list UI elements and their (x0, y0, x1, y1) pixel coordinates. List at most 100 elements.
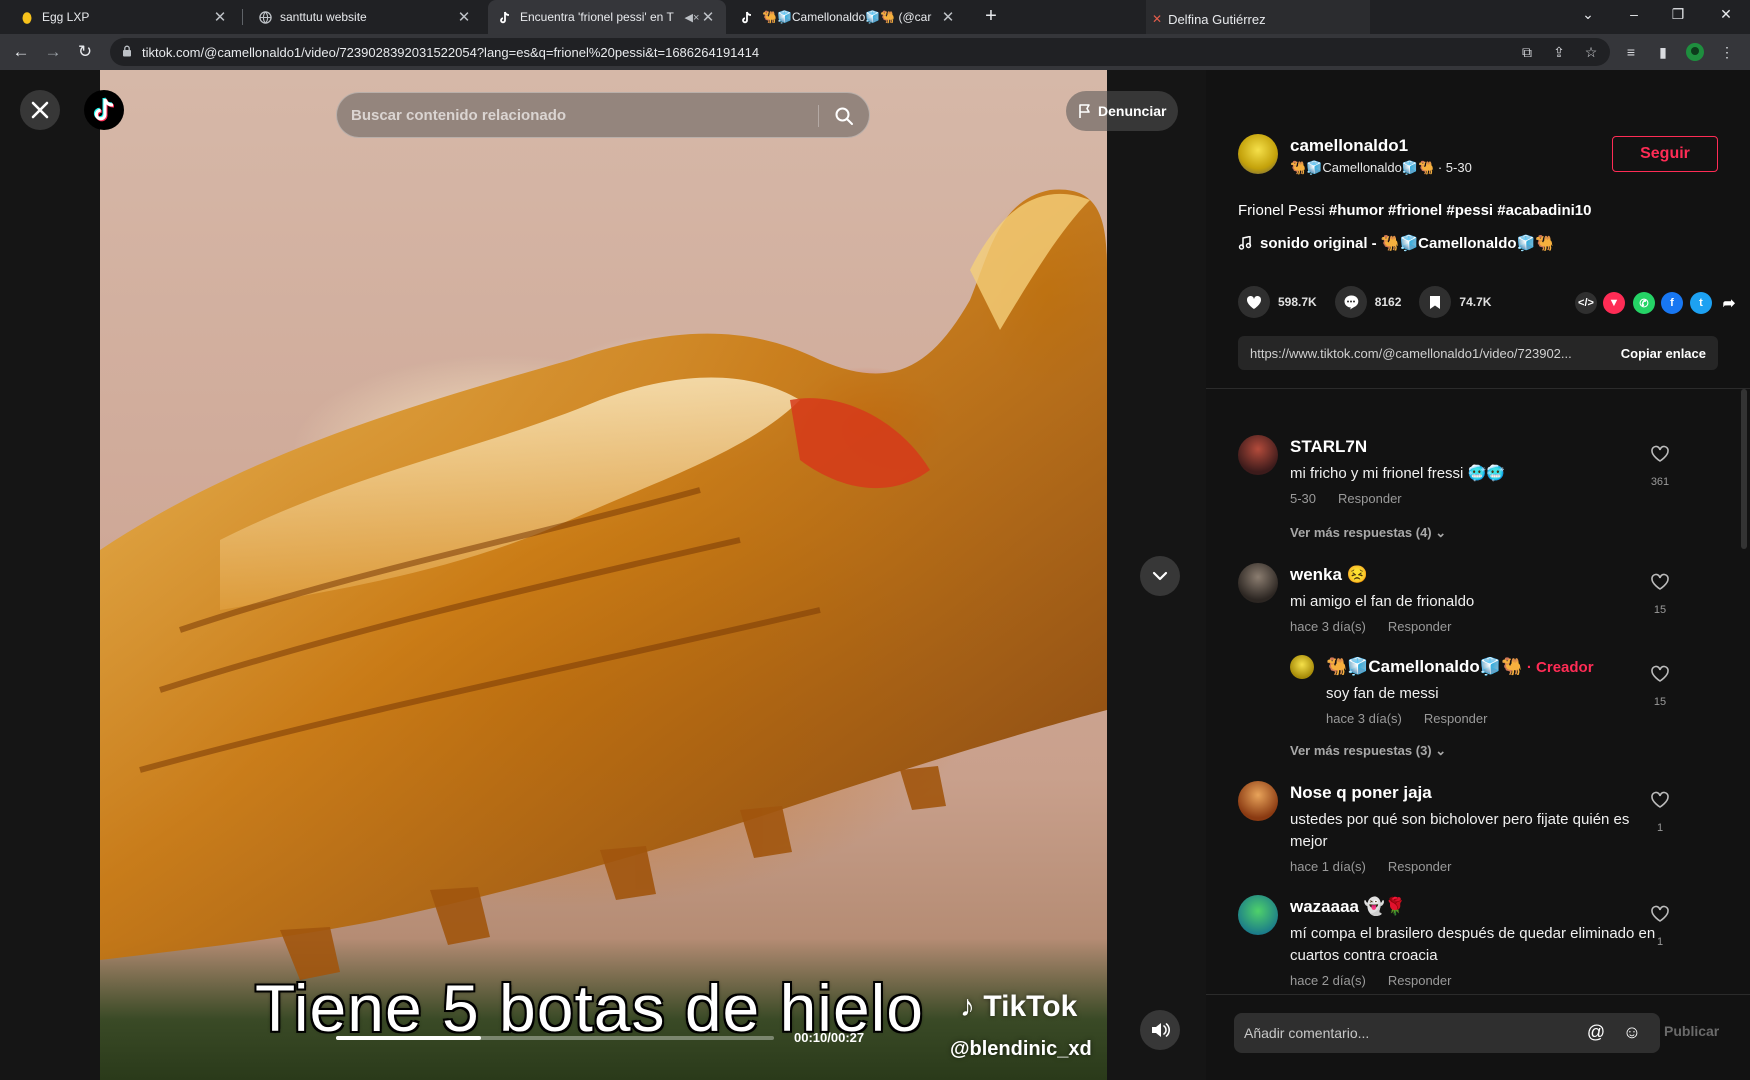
comment-list: STARL7N mi fricho y mi frionel fressi 🥶🥶… (1206, 389, 1750, 993)
close-tab-icon[interactable]: ✕ (456, 8, 472, 26)
send-to-friends-icon[interactable]: ▼ (1603, 292, 1625, 314)
search-divider (818, 105, 819, 127)
comment-like-button[interactable]: 1 (1648, 905, 1672, 948)
comment-author[interactable]: 🐫🧊Camellonaldo🧊🐫 (1326, 657, 1522, 676)
comment-input[interactable] (1244, 1013, 1574, 1053)
whatsapp-icon[interactable]: ✆ (1633, 292, 1655, 314)
copy-link-box: https://www.tiktok.com/@camellonaldo1/vi… (1238, 336, 1718, 370)
music-link[interactable]: sonido original - 🐫🧊Camellonaldo🧊🐫 (1238, 234, 1554, 252)
url-text: tiktok.com/@camellonaldo1/video/72390283… (142, 44, 760, 60)
comment-like-button[interactable]: 15 (1648, 573, 1672, 616)
address-bar[interactable]: tiktok.com/@camellonaldo1/video/72390283… (110, 38, 1610, 66)
author-avatar[interactable] (1238, 134, 1278, 174)
avatar[interactable] (1238, 895, 1278, 935)
reply-button[interactable]: Responder (1388, 619, 1452, 634)
close-tab-icon[interactable]: ✕ (212, 8, 228, 26)
view-more-replies-button[interactable]: Ver más respuestas (4) ⌄ (1290, 525, 1446, 541)
reply-button[interactable]: Responder (1338, 491, 1402, 506)
side-panel-icon[interactable]: ▮ (1652, 42, 1674, 64)
muted-speaker-icon[interactable]: ◀× (684, 11, 700, 24)
facebook-icon[interactable]: f (1661, 292, 1683, 314)
comment-like-button[interactable]: 1 (1648, 791, 1672, 834)
back-arrow-icon[interactable]: ← (8, 40, 34, 66)
close-tab-icon[interactable]: ✕ (700, 8, 716, 26)
tab-search-icon[interactable]: ⌄ (1566, 0, 1610, 30)
tab-search-results[interactable]: Encuentra 'frionel pessi' en T ◀× ✕ (488, 0, 726, 34)
avatar[interactable] (1290, 655, 1314, 679)
avatar[interactable] (1238, 563, 1278, 603)
comment-text: mi amigo el fan de frionaldo (1290, 593, 1475, 610)
tab-title: Encuentra 'frionel pessi' en T (520, 10, 674, 24)
comment-author[interactable]: STARL7N (1290, 437, 1367, 457)
watermark-username: @blendinic_xd (950, 1038, 1092, 1060)
tab-santtutu-website[interactable]: santtutu website ✕ (248, 0, 482, 34)
volume-button[interactable] (1140, 1010, 1180, 1050)
comment-author[interactable]: wazaaaa 👻🌹 (1290, 897, 1406, 917)
comment-author[interactable]: wenka 😣 (1290, 565, 1368, 585)
next-video-button[interactable] (1140, 556, 1180, 596)
reply-button[interactable]: Responder (1388, 973, 1452, 988)
follow-button[interactable]: Seguir (1612, 136, 1718, 172)
tiktok-logo[interactable] (84, 90, 124, 130)
search-button[interactable] (829, 101, 859, 131)
comment-like-button[interactable]: 361 (1648, 445, 1672, 488)
avatar[interactable] (1238, 781, 1278, 821)
comment-like-button[interactable]: 15 (1648, 665, 1672, 708)
view-more-replies-button[interactable]: Ver más respuestas (3) ⌄ (1290, 743, 1446, 759)
comment-meta: hace 3 día(s) Responder (1290, 619, 1473, 634)
twitter-icon[interactable]: t (1690, 292, 1712, 314)
description-text: Frionel Pessi (1238, 202, 1329, 219)
like-count: 598.7K (1278, 295, 1317, 309)
close-window-button[interactable]: ✕ (1704, 0, 1748, 30)
comment-stat[interactable]: 8162 (1334, 286, 1401, 318)
reply-button[interactable]: Responder (1388, 859, 1452, 874)
bookmark-star-icon[interactable]: ☆ (1580, 42, 1602, 64)
like-stat[interactable]: 598.7K (1238, 286, 1317, 318)
report-label: Denunciar (1098, 103, 1167, 119)
publish-button[interactable]: Publicar (1664, 1023, 1719, 1039)
close-tab-icon[interactable]: ✕ (940, 8, 956, 26)
music-title: sonido original - 🐫🧊Camellonaldo🧊🐫 (1260, 235, 1554, 252)
view-more-label: Ver más respuestas (3) (1290, 743, 1432, 758)
mention-icon[interactable]: @ (1584, 1021, 1608, 1045)
new-tab-button[interactable]: + (978, 4, 1004, 30)
related-search-box (336, 92, 870, 138)
hashtag-links[interactable]: #humor #frionel #pessi #acabadini10 (1329, 202, 1592, 219)
video-progress-bar[interactable] (336, 1036, 774, 1040)
golden-boot-image (100, 189, 1107, 980)
heart-outline-icon (1651, 905, 1669, 922)
close-video-button[interactable] (20, 90, 60, 130)
tiktok-icon (740, 10, 754, 24)
restore-button[interactable]: ❐ (1656, 0, 1700, 30)
related-search-input[interactable] (351, 93, 791, 137)
profile-avatar-icon[interactable] (1684, 42, 1706, 64)
profile-tooltip: ✕ Delfina Gutiérrez (1146, 0, 1370, 38)
video-stage: Tiene 5 botas de hielo ♪ TikTok @blendin… (0, 70, 1206, 1080)
tab-camellonaldo-profile[interactable]: 🐫🧊Camellonaldo🧊🐫 (@car ✕ (730, 0, 966, 34)
menu-kebab-icon[interactable]: ⋮ (1716, 42, 1738, 64)
minimize-button[interactable]: – (1612, 0, 1656, 30)
save-stat[interactable]: 74.7K (1419, 286, 1491, 318)
report-button[interactable]: Denunciar (1066, 91, 1179, 131)
reload-icon[interactable]: ↻ (72, 40, 98, 66)
reply-button[interactable]: Responder (1424, 711, 1488, 726)
comment-author[interactable]: Nose q poner jaja (1290, 783, 1432, 803)
emoji-icon[interactable]: ☺ (1620, 1021, 1644, 1045)
watermark-brand: TikTok (983, 990, 1078, 1023)
author-username[interactable]: camellonaldo1 (1290, 136, 1408, 156)
tab-egg-lxp[interactable]: Egg LXP ✕ (10, 0, 238, 34)
tab-title: santtutu website (280, 10, 367, 24)
avatar[interactable] (1238, 435, 1278, 475)
video-player[interactable]: Tiene 5 botas de hielo ♪ TikTok @blendin… (100, 70, 1107, 1080)
comments-scrollbar[interactable] (1741, 389, 1747, 549)
comment-like-count: 1 (1656, 822, 1664, 834)
share-arrow-icon[interactable]: ➦ (1718, 292, 1740, 314)
comment-date: hace 1 día(s) (1290, 859, 1366, 874)
copy-link-button[interactable]: Copiar enlace (1621, 346, 1706, 361)
embed-code-icon[interactable]: </> (1575, 292, 1597, 314)
share-page-icon[interactable]: ⇪ (1548, 42, 1570, 64)
media-controls-icon[interactable]: ≡ (1620, 42, 1642, 64)
progress-fill (336, 1036, 481, 1040)
open-in-app-icon[interactable]: ⧉ (1516, 42, 1538, 64)
forward-arrow-icon[interactable]: → (40, 40, 66, 66)
